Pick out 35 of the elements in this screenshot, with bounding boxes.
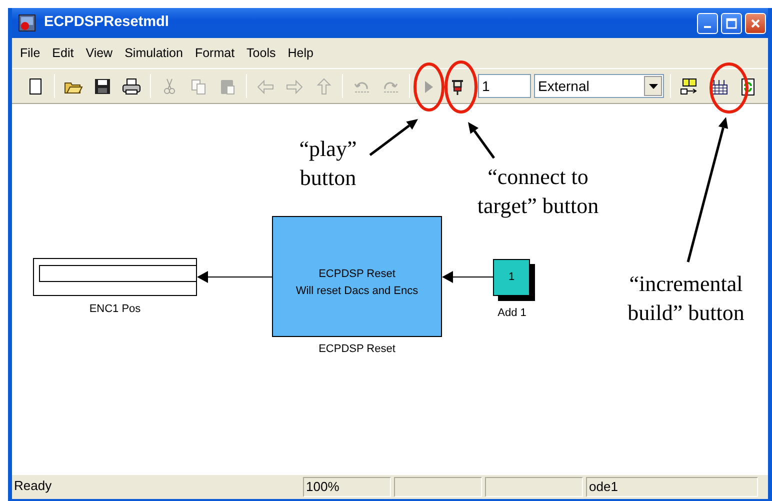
- caret-icon: [648, 84, 658, 88]
- menu-item[interactable]: View: [80, 44, 119, 62]
- menu-item[interactable]: Edit: [46, 44, 80, 62]
- model-icon: [18, 14, 36, 32]
- menu-item[interactable]: File: [14, 44, 46, 62]
- menu-item[interactable]: Simulation: [118, 44, 189, 62]
- block-label: ECPDSP Reset: [318, 342, 396, 357]
- solver-name: ode1: [586, 477, 758, 497]
- status-message: Ready: [13, 477, 53, 495]
- maximize-icon: [726, 18, 737, 28]
- highlight-circle: [444, 60, 478, 114]
- block-label: Add 1: [498, 306, 526, 321]
- highlight-circle: [414, 62, 444, 112]
- zoom-level: 100%: [303, 477, 391, 497]
- minimize-button[interactable]: [697, 12, 718, 34]
- annotation-text: “incremental build” button: [626, 270, 746, 327]
- minimize-icon: [704, 26, 711, 28]
- callout-arrow: [369, 119, 418, 156]
- callout-arrow: [468, 122, 496, 159]
- menu-item[interactable]: Help: [282, 44, 320, 62]
- menu-item[interactable]: Tools: [240, 44, 282, 62]
- block-text: ECPDSP Reset Will reset Dacs and Encs: [296, 266, 418, 298]
- simulation-mode-dropdown[interactable]: External: [534, 74, 664, 98]
- printer-icon[interactable]: [122, 76, 141, 96]
- close-icon: [750, 18, 761, 28]
- block-diagram-icon[interactable]: [680, 76, 699, 96]
- stop-time-field[interactable]: 1: [478, 74, 531, 98]
- annotation-text: “connect to target” button: [476, 163, 600, 220]
- annotation-text: “play” button: [298, 135, 358, 192]
- close-button[interactable]: [745, 12, 766, 34]
- highlight-circle: [710, 62, 748, 114]
- maximize-button[interactable]: [721, 12, 742, 34]
- menu-item[interactable]: Format: [188, 44, 241, 62]
- block-label: ENC1 Pos: [89, 302, 141, 317]
- window-title: ECPDSPResetmdl: [44, 13, 169, 32]
